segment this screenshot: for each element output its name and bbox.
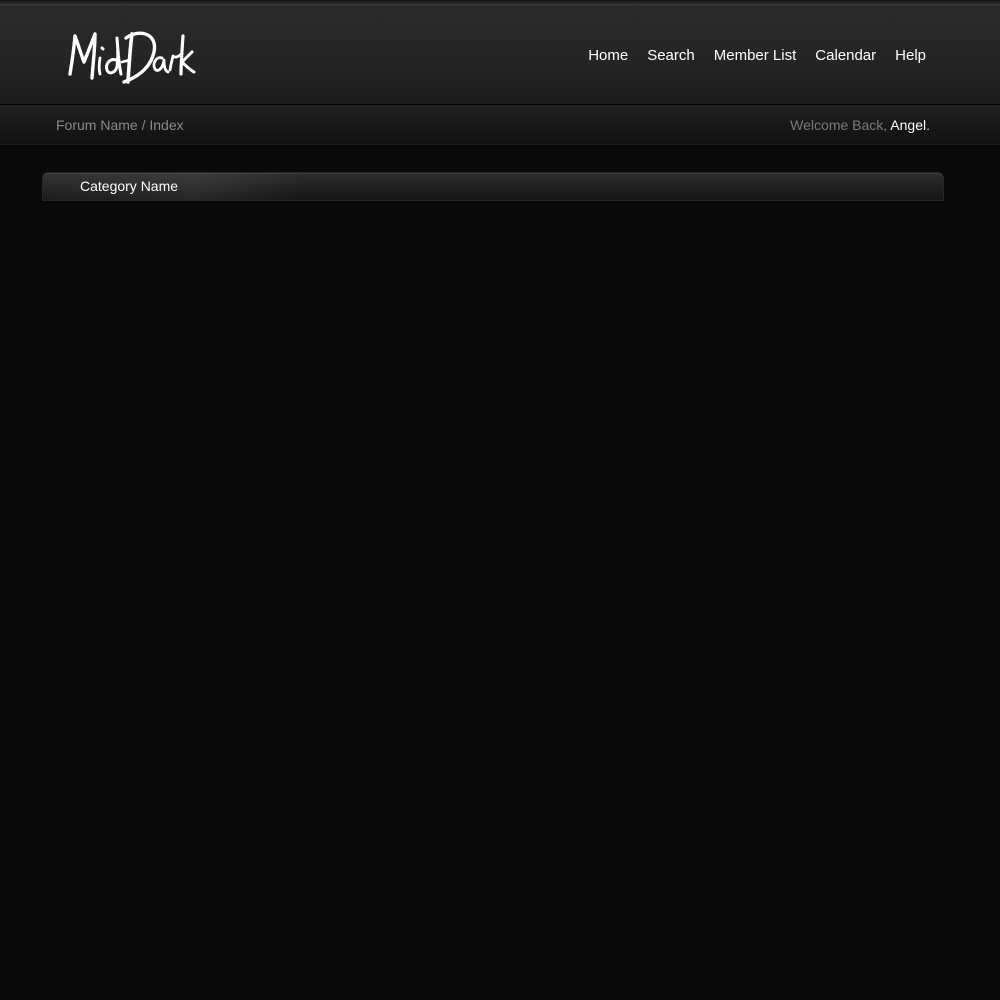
- breadcrumb: Forum Name / Index: [56, 117, 184, 133]
- nav-help[interactable]: Help: [895, 47, 926, 65]
- nav-home[interactable]: Home: [588, 47, 628, 65]
- username-link[interactable]: Angel: [890, 117, 926, 133]
- signature-logo-icon: [68, 31, 196, 84]
- breadcrumb-link[interactable]: Forum Name / Index: [56, 117, 184, 133]
- site-logo[interactable]: [62, 22, 197, 88]
- welcome-message: Welcome Back, Angel.: [790, 117, 930, 133]
- site-header: Home Search Member List Calendar Help: [0, 6, 1000, 104]
- sub-navigation-bar: Forum Name / Index Welcome Back, Angel.: [0, 105, 1000, 145]
- nav-search[interactable]: Search: [647, 47, 695, 65]
- category-header: Category Name: [42, 172, 944, 201]
- nav-calendar[interactable]: Calendar: [815, 47, 876, 65]
- welcome-suffix: .: [926, 117, 930, 133]
- nav-member-list[interactable]: Member List: [714, 47, 797, 65]
- category-title[interactable]: Category Name: [80, 178, 178, 194]
- welcome-prefix: Welcome Back,: [790, 117, 891, 133]
- main-navigation: Home Search Member List Calendar Help: [569, 47, 926, 65]
